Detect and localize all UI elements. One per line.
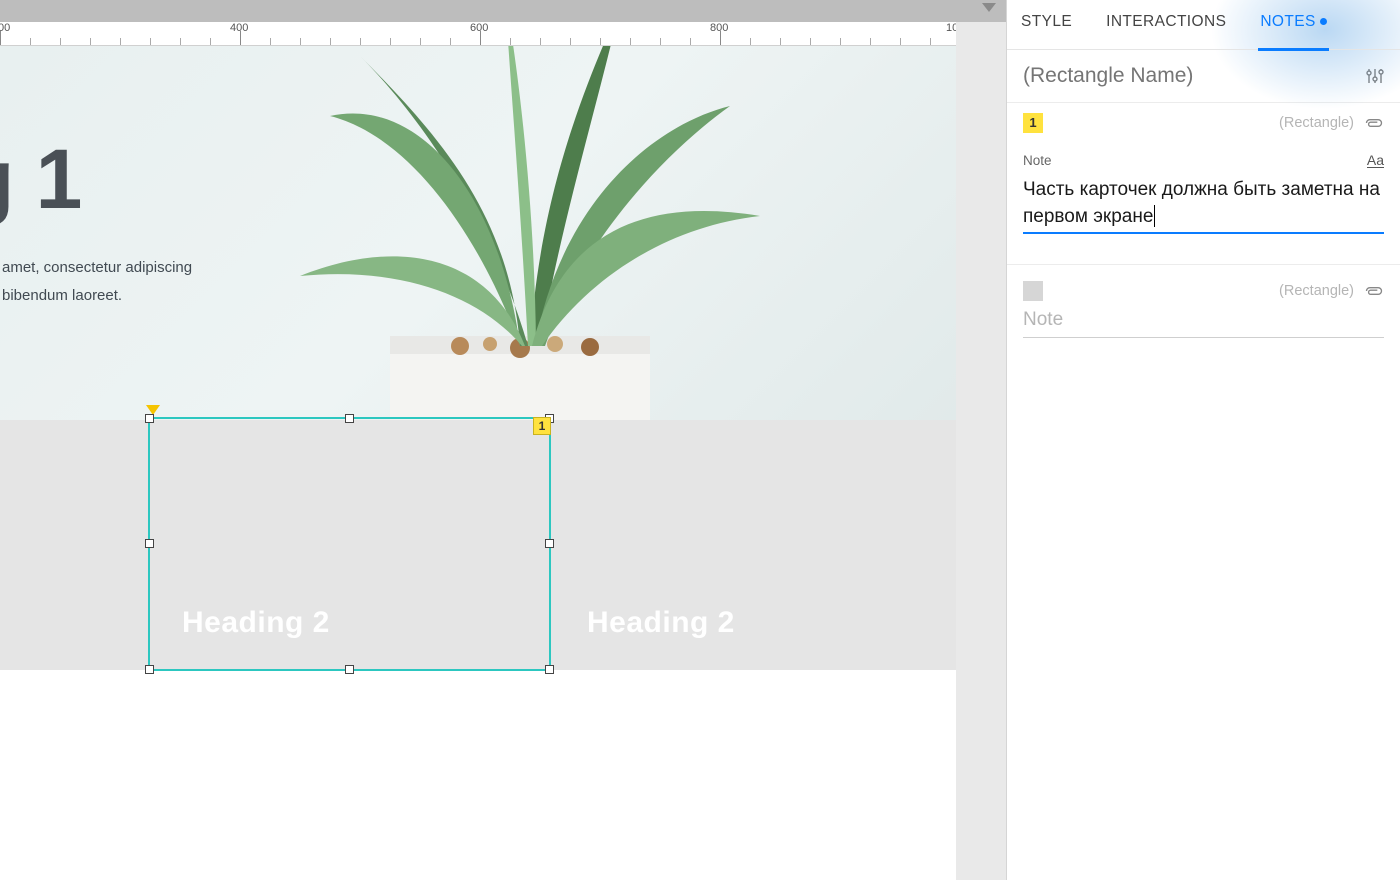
note-type-label: (Rectangle) [1279,115,1354,131]
widget-name-row [1007,50,1400,103]
widget-name-input[interactable] [1023,64,1356,88]
hero-body-text: amet, consectetur adipiscing bibendum la… [2,254,192,310]
note-block: (Rectangle) Note [1007,271,1400,360]
plant-image [260,46,860,420]
canvas-area[interactable]: 00 400 600 [0,0,1006,880]
ruler-label: 800 [710,22,728,34]
dropdown-caret-icon[interactable] [982,3,996,12]
note-type-label: (Rectangle) [1279,283,1354,299]
section-separator [1007,264,1400,265]
attachment-icon[interactable] [1364,285,1384,297]
note-number-badge[interactable]: 1 [1023,113,1043,133]
note-text-input[interactable]: Note [1023,309,1384,338]
notes-indicator-dot [1320,18,1327,25]
text-caret [1154,205,1155,227]
note-field-label: Note [1023,153,1052,168]
tab-interactions[interactable]: INTERACTIONS [1106,13,1226,37]
card-title: Heading 2 [587,606,735,640]
sliders-icon[interactable] [1366,67,1384,85]
note-text-input[interactable]: Часть карточек должна быть заметна на пе… [1023,176,1384,234]
heading-1: ding 1 [0,131,81,228]
ruler-label: 600 [470,22,488,34]
note-block: 1 (Rectangle) Note Aa Часть карточек дол… [1007,103,1400,256]
hero-band: ding 1 amet, consectetur adipiscing bibe… [0,46,956,420]
attachment-icon[interactable] [1364,117,1384,129]
note-number-badge[interactable] [1023,281,1043,301]
card[interactable]: Heading 2 [555,420,955,670]
inspector-tabs: STYLE INTERACTIONS NOTES [1007,0,1400,50]
card[interactable]: Heading 2 [150,420,550,670]
ruler-label: 400 [230,22,248,34]
inspector-panel: STYLE INTERACTIONS NOTES 1 (Rectangle) [1006,0,1400,880]
tab-notes[interactable]: NOTES [1260,13,1326,37]
horizontal-ruler[interactable]: 00 400 600 [0,22,1006,46]
cards-band: Heading 2 Heading 2 [0,420,956,670]
canvas-right-gutter [956,22,1006,880]
card-title: Heading 2 [182,606,330,640]
ruler-label: 00 [0,22,10,34]
tab-style[interactable]: STYLE [1021,13,1072,37]
canvas-empty-area [0,670,956,880]
text-style-icon[interactable]: Aa [1367,153,1384,168]
top-toolbar-strip [0,0,1006,22]
bookmark-marker-icon[interactable] [146,405,160,415]
